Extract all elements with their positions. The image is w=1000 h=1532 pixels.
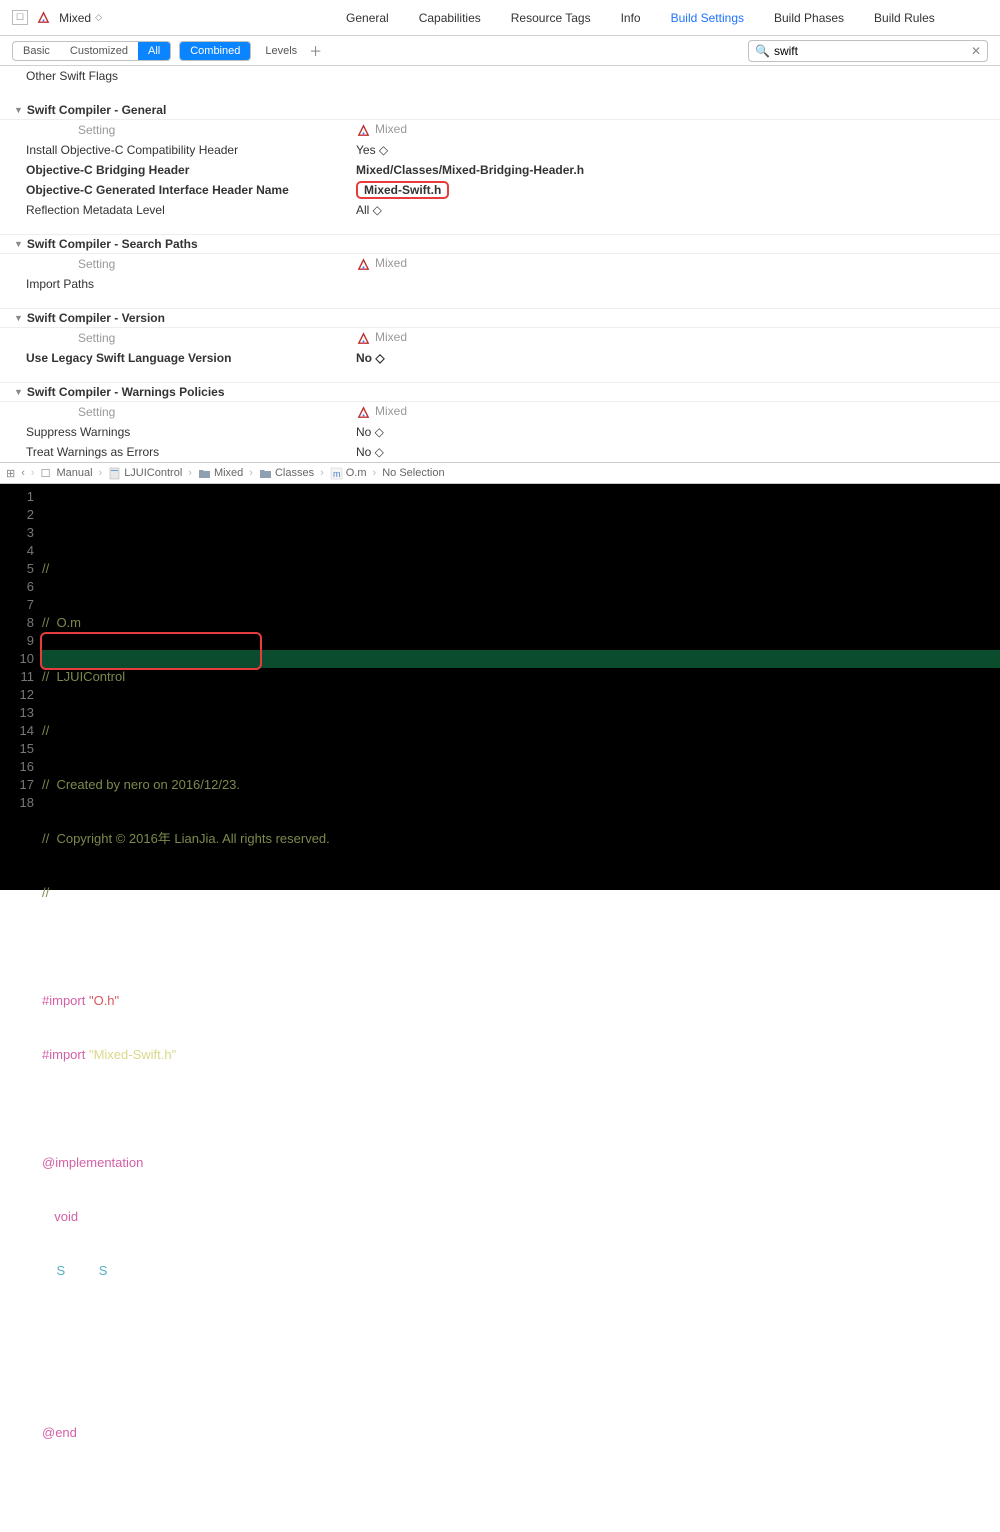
tab-info[interactable]: Info [621,11,641,25]
breadcrumb-manual[interactable]: Manual [56,467,92,479]
setting-suppress-warnings[interactable]: Suppress Warnings No ◇ [0,422,1000,442]
breadcrumb-no-selection[interactable]: No Selection [382,467,444,479]
line-number-gutter: 123456789101112131415161718 [0,484,42,890]
current-line-highlight [42,650,1000,668]
source-editor[interactable]: 123456789101112131415161718 // // O.m //… [0,484,1000,890]
code-line-import-oh: #import "O.h" [42,992,1000,1010]
view-levels[interactable]: Levels [265,45,297,57]
settings-search-field[interactable]: 🔍 ✕ [748,40,988,62]
setting-import-paths[interactable]: Import Paths [0,274,1000,294]
breadcrumb-project[interactable]: LJUIControl [108,467,182,480]
code-area[interactable]: // // O.m // LJUIControl // // Created b… [42,484,1000,890]
setting-use-legacy-swift-language-version[interactable]: Use Legacy Swift Language Version No ◇ [0,348,1000,368]
build-settings-list: Other Swift Flags ▼ Swift Compiler - Gen… [0,66,1000,462]
code-line-call: [s test]; [42,1316,1000,1334]
setting-install-objc-compat-header[interactable]: Install Objective-C Compatibility Header… [0,140,1000,160]
folder-icon [259,467,272,480]
editor-jump-bar: ⊞ ‹ › ☐ Manual › LJUIControl › Mixed › C… [0,462,1000,484]
view-combined[interactable]: Combined [180,42,250,60]
tab-build-phases[interactable]: Build Phases [774,11,844,25]
app-icon [356,257,371,272]
target-selector[interactable]: Mixed ◇ [36,10,102,25]
doc-icon [108,467,121,480]
code-line-method: - (void)test { [42,1208,1000,1226]
nav-forward-button[interactable]: › [31,467,35,479]
disclosure-triangle-icon: ▼ [14,387,23,397]
search-icon: 🔍 [755,44,770,58]
split-icon[interactable]: ☐ [41,467,51,480]
section-column-header: Setting Mixed [0,402,1000,422]
objc-m-icon: m [330,467,343,480]
tab-resource-tags[interactable]: Resource Tags [511,11,591,25]
tab-general[interactable]: General [346,11,389,25]
add-setting-button[interactable]: ＋ [309,41,322,60]
app-icon [356,331,371,346]
project-tabs: General Capabilities Resource Tags Info … [346,11,935,25]
nav-back-button[interactable]: ‹ [21,467,25,479]
section-column-header: Setting Mixed [0,254,1000,274]
show-targets-icon[interactable]: ☐ [12,10,28,25]
chevron-updown-icon: ◇ [95,12,102,23]
breadcrumb-folder-mixed[interactable]: Mixed [198,467,243,480]
clear-search-button[interactable]: ✕ [971,44,981,58]
view-filter: Combined [179,41,251,61]
scope-all[interactable]: All [138,42,170,60]
setting-other-swift-flags[interactable]: Other Swift Flags [0,66,1000,86]
code-line-implementation: @implementation O [42,1154,1000,1172]
setting-treat-warnings-as-errors[interactable]: Treat Warnings as Errors No ◇ [0,442,1000,462]
tab-build-rules[interactable]: Build Rules [874,11,935,25]
section-swift-compiler-version[interactable]: ▼ Swift Compiler - Version [0,308,1000,328]
scope-customized[interactable]: Customized [60,42,138,60]
search-input[interactable] [774,44,971,58]
app-icon [356,405,371,420]
breadcrumb-file[interactable]: mO.m [330,467,367,480]
disclosure-triangle-icon: ▼ [14,105,23,115]
svg-text:m: m [333,469,341,479]
section-swift-compiler-search-paths[interactable]: ▼ Swift Compiler - Search Paths [0,234,1000,254]
scope-filter: Basic Customized All [12,41,171,61]
section-swift-compiler-warnings-policies[interactable]: ▼ Swift Compiler - Warnings Policies [0,382,1000,402]
breadcrumb-folder-classes[interactable]: Classes [259,467,314,480]
highlighted-header-name: Mixed-Swift.h [356,181,449,199]
folder-icon [198,467,211,480]
tab-build-settings[interactable]: Build Settings [671,11,744,25]
app-icon [356,123,371,138]
section-column-header: Setting Mixed [0,120,1000,140]
section-column-header: Setting Mixed [0,328,1000,348]
section-swift-compiler-general[interactable]: ▼ Swift Compiler - General [0,100,1000,120]
related-items-icon[interactable]: ⊞ [6,467,15,480]
disclosure-triangle-icon: ▼ [14,239,23,249]
build-settings-filter-bar: Basic Customized All Combined Levels ＋ 🔍… [0,36,1000,66]
app-icon [36,10,51,25]
setting-reflection-metadata-level[interactable]: Reflection Metadata Level All ◇ [0,200,1000,220]
setting-objc-bridging-header[interactable]: Objective-C Bridging Header Mixed/Classe… [0,160,1000,180]
disclosure-triangle-icon: ▼ [14,313,23,323]
target-name: Mixed [59,11,91,25]
scope-basic[interactable]: Basic [13,42,60,60]
code-line-import-mixed-swift: #import "Mixed-Swift.h" [42,1046,1000,1064]
project-header: ☐ Mixed ◇ General Capabilities Resource … [0,0,1000,36]
setting-objc-generated-interface-header[interactable]: Objective-C Generated Interface Header N… [0,180,1000,200]
tab-capabilities[interactable]: Capabilities [419,11,481,25]
code-line-alloc: S *s = [S new]; [42,1262,1000,1280]
